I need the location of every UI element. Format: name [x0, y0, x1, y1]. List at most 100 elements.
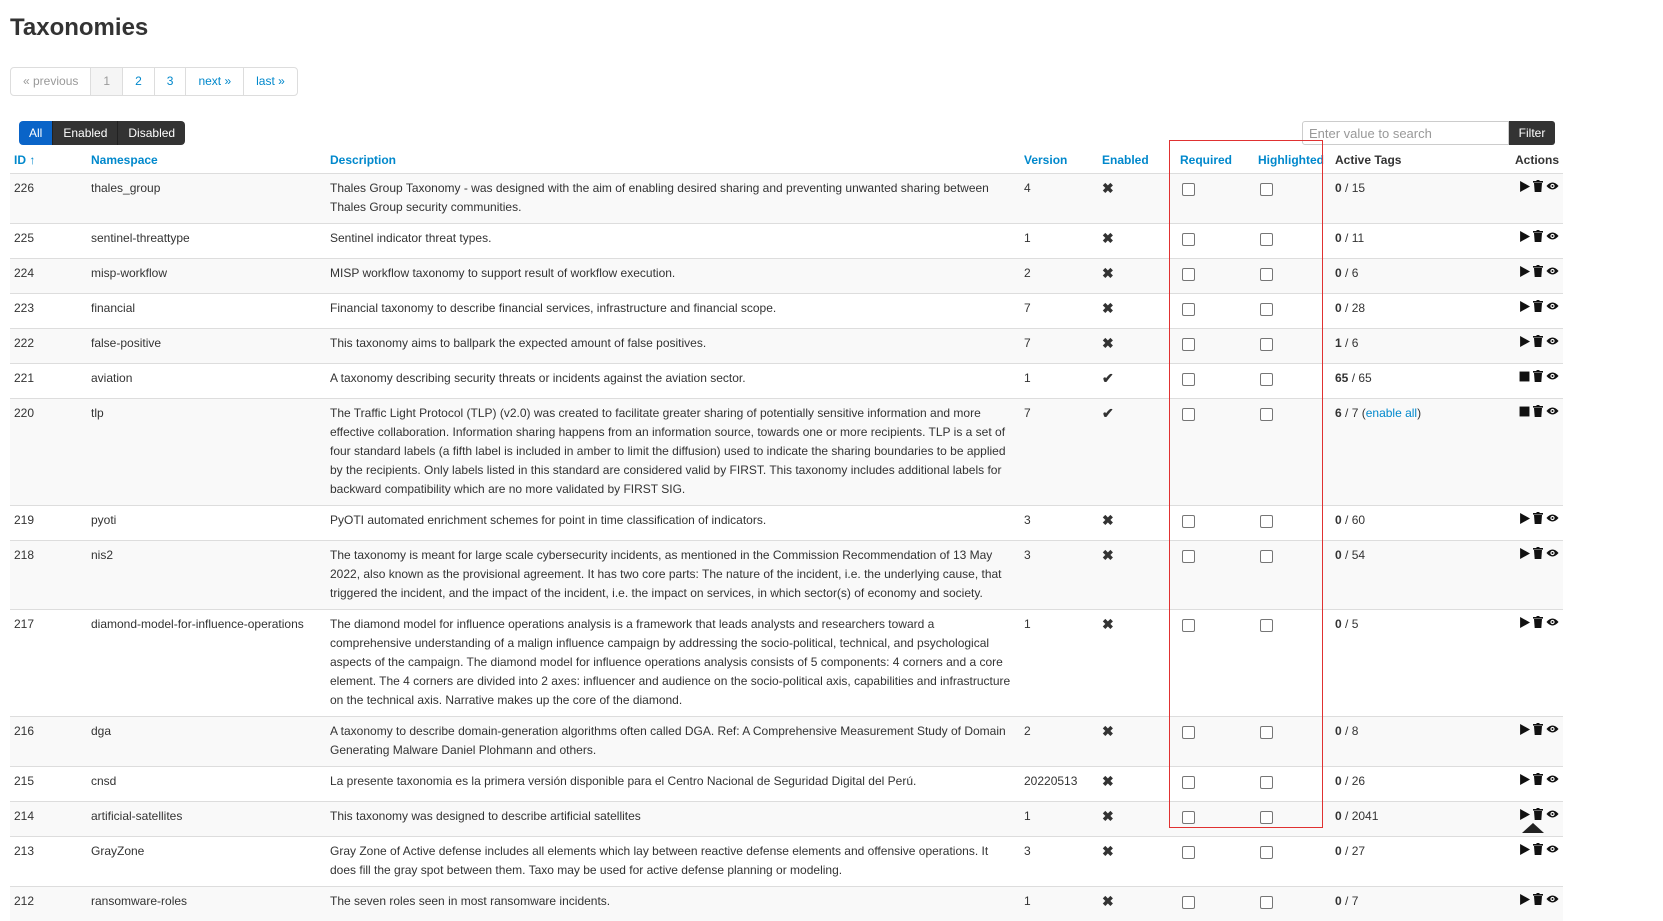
play-icon[interactable]	[1519, 617, 1530, 628]
pagination-page-3[interactable]: 3	[154, 68, 186, 95]
trash-icon[interactable]	[1533, 335, 1543, 347]
filter-all-button[interactable]: All	[19, 121, 52, 145]
highlighted-checkbox[interactable]	[1260, 408, 1273, 421]
required-checkbox[interactable]	[1182, 811, 1195, 824]
eye-icon[interactable]	[1546, 406, 1559, 416]
eye-icon[interactable]	[1546, 894, 1559, 904]
required-checkbox[interactable]	[1182, 303, 1195, 316]
eye-icon[interactable]	[1546, 617, 1559, 627]
column-version-header[interactable]: Version	[1020, 147, 1098, 174]
required-checkbox[interactable]	[1182, 896, 1195, 909]
play-icon[interactable]	[1519, 513, 1530, 524]
required-checkbox[interactable]	[1182, 846, 1195, 859]
eye-icon[interactable]	[1546, 809, 1559, 819]
trash-icon[interactable]	[1533, 843, 1543, 855]
eye-icon[interactable]	[1546, 513, 1559, 523]
play-icon[interactable]	[1519, 809, 1530, 820]
highlighted-checkbox[interactable]	[1260, 811, 1273, 824]
eye-icon[interactable]	[1546, 301, 1559, 311]
trash-icon[interactable]	[1533, 616, 1543, 628]
eye-icon[interactable]	[1546, 724, 1559, 734]
required-checkbox[interactable]	[1182, 373, 1195, 386]
column-highlighted-header[interactable]: Highlighted	[1254, 147, 1331, 174]
required-checkbox[interactable]	[1182, 183, 1195, 196]
highlighted-checkbox[interactable]	[1260, 338, 1273, 351]
row-highlighted-cell	[1254, 294, 1331, 329]
stop-icon[interactable]	[1519, 406, 1530, 417]
play-icon[interactable]	[1519, 774, 1530, 785]
highlighted-checkbox[interactable]	[1260, 303, 1273, 316]
play-icon[interactable]	[1519, 724, 1530, 735]
trash-icon[interactable]	[1533, 370, 1543, 382]
column-namespace-header[interactable]: Namespace	[87, 147, 326, 174]
column-required-header[interactable]: Required	[1176, 147, 1254, 174]
row-active-tags: 0 / 11	[1331, 224, 1486, 259]
play-icon[interactable]	[1519, 231, 1530, 242]
trash-icon[interactable]	[1533, 512, 1543, 524]
trash-icon[interactable]	[1533, 300, 1543, 312]
filter-button[interactable]: Filter	[1509, 121, 1555, 145]
highlighted-checkbox[interactable]	[1260, 776, 1273, 789]
search-input[interactable]	[1302, 121, 1509, 145]
pagination-next[interactable]: next »	[185, 68, 243, 95]
eye-icon[interactable]	[1546, 371, 1559, 381]
highlighted-checkbox[interactable]	[1260, 233, 1273, 246]
required-checkbox[interactable]	[1182, 338, 1195, 351]
highlighted-checkbox[interactable]	[1260, 896, 1273, 909]
required-checkbox[interactable]	[1182, 515, 1195, 528]
pagination-page-2[interactable]: 2	[122, 68, 154, 95]
eye-icon[interactable]	[1546, 844, 1559, 854]
total-tags-count: / 7	[1345, 406, 1358, 420]
required-checkbox[interactable]	[1182, 268, 1195, 281]
eye-icon[interactable]	[1546, 336, 1559, 346]
required-checkbox[interactable]	[1182, 776, 1195, 789]
highlighted-checkbox[interactable]	[1260, 550, 1273, 563]
active-tags-count: 0	[1335, 266, 1342, 280]
eye-icon[interactable]	[1546, 231, 1559, 241]
eye-icon[interactable]	[1546, 774, 1559, 784]
play-icon[interactable]	[1519, 266, 1530, 277]
pagination-previous[interactable]: « previous	[11, 68, 90, 95]
play-icon[interactable]	[1519, 844, 1530, 855]
required-checkbox[interactable]	[1182, 408, 1195, 421]
required-checkbox[interactable]	[1182, 233, 1195, 246]
trash-icon[interactable]	[1533, 180, 1543, 192]
play-icon[interactable]	[1519, 301, 1530, 312]
trash-icon[interactable]	[1533, 893, 1543, 905]
column-enabled-header[interactable]: Enabled	[1098, 147, 1176, 174]
trash-icon[interactable]	[1533, 265, 1543, 277]
play-icon[interactable]	[1519, 181, 1530, 192]
stop-icon[interactable]	[1519, 371, 1530, 382]
highlighted-checkbox[interactable]	[1260, 846, 1273, 859]
trash-icon[interactable]	[1533, 773, 1543, 785]
play-icon[interactable]	[1519, 548, 1530, 559]
trash-icon[interactable]	[1533, 230, 1543, 242]
filter-enabled-button[interactable]: Enabled	[52, 121, 117, 145]
pagination-page-1[interactable]: 1	[90, 68, 122, 95]
play-icon[interactable]	[1519, 336, 1530, 347]
highlighted-checkbox[interactable]	[1260, 268, 1273, 281]
trash-icon[interactable]	[1533, 547, 1543, 559]
pagination-last[interactable]: last »	[243, 68, 297, 95]
trash-icon[interactable]	[1533, 723, 1543, 735]
column-description-header[interactable]: Description	[326, 147, 1020, 174]
required-checkbox[interactable]	[1182, 550, 1195, 563]
highlighted-checkbox[interactable]	[1260, 619, 1273, 632]
highlighted-checkbox[interactable]	[1260, 183, 1273, 196]
trash-icon[interactable]	[1533, 405, 1543, 417]
highlighted-checkbox[interactable]	[1260, 515, 1273, 528]
trash-icon[interactable]	[1533, 808, 1543, 820]
eye-icon[interactable]	[1546, 266, 1559, 276]
row-id: 224	[10, 259, 87, 294]
play-icon[interactable]	[1519, 894, 1530, 905]
filter-disabled-button[interactable]: Disabled	[117, 121, 185, 145]
column-id-header[interactable]: ID ↑	[10, 147, 87, 174]
highlighted-checkbox[interactable]	[1260, 726, 1273, 739]
eye-icon[interactable]	[1546, 181, 1559, 191]
required-checkbox[interactable]	[1182, 726, 1195, 739]
enable-all-link[interactable]: enable all	[1366, 406, 1417, 420]
required-checkbox[interactable]	[1182, 619, 1195, 632]
row-highlighted-cell	[1254, 837, 1331, 887]
eye-icon[interactable]	[1546, 548, 1559, 558]
highlighted-checkbox[interactable]	[1260, 373, 1273, 386]
